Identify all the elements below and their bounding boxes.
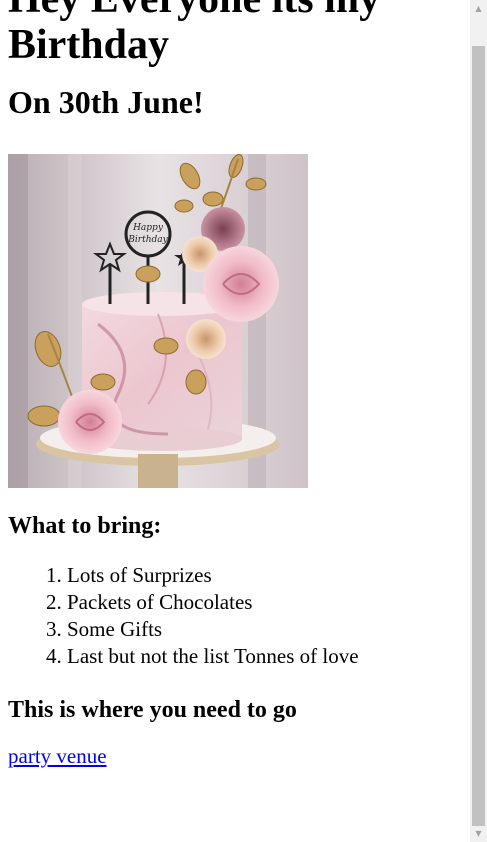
topper-text-2: Birthday	[127, 235, 168, 245]
what-to-bring-heading: What to bring:	[8, 513, 162, 539]
list-item: Last but not the list Tonnes of love	[67, 643, 470, 670]
birthday-cake-image: Happy Birthday	[8, 154, 308, 488]
party-venue-link[interactable]: party venue	[8, 744, 107, 769]
page-title: Hey Everyone its my Birthday	[8, 0, 380, 68]
vertical-scrollbar[interactable]: ▲ ▼	[470, 0, 487, 842]
scrollbar-thumb[interactable]	[472, 46, 485, 826]
scroll-up-arrow-icon[interactable]: ▲	[470, 0, 487, 17]
page-content: Hey Everyone its my Birthday On 30th Jun…	[8, 0, 470, 769]
date-heading: On 30th June!	[8, 84, 204, 120]
topper-text-1: Happy	[132, 223, 164, 233]
list-item: Some Gifts	[67, 616, 470, 643]
bring-list: Lots of Surprizes Packets of Chocolates …	[8, 562, 470, 670]
list-item: Lots of Surprizes	[67, 562, 470, 589]
scroll-down-arrow-icon[interactable]: ▼	[470, 825, 487, 842]
venue-heading: This is where you need to go	[8, 697, 297, 723]
list-item: Packets of Chocolates	[67, 589, 470, 616]
